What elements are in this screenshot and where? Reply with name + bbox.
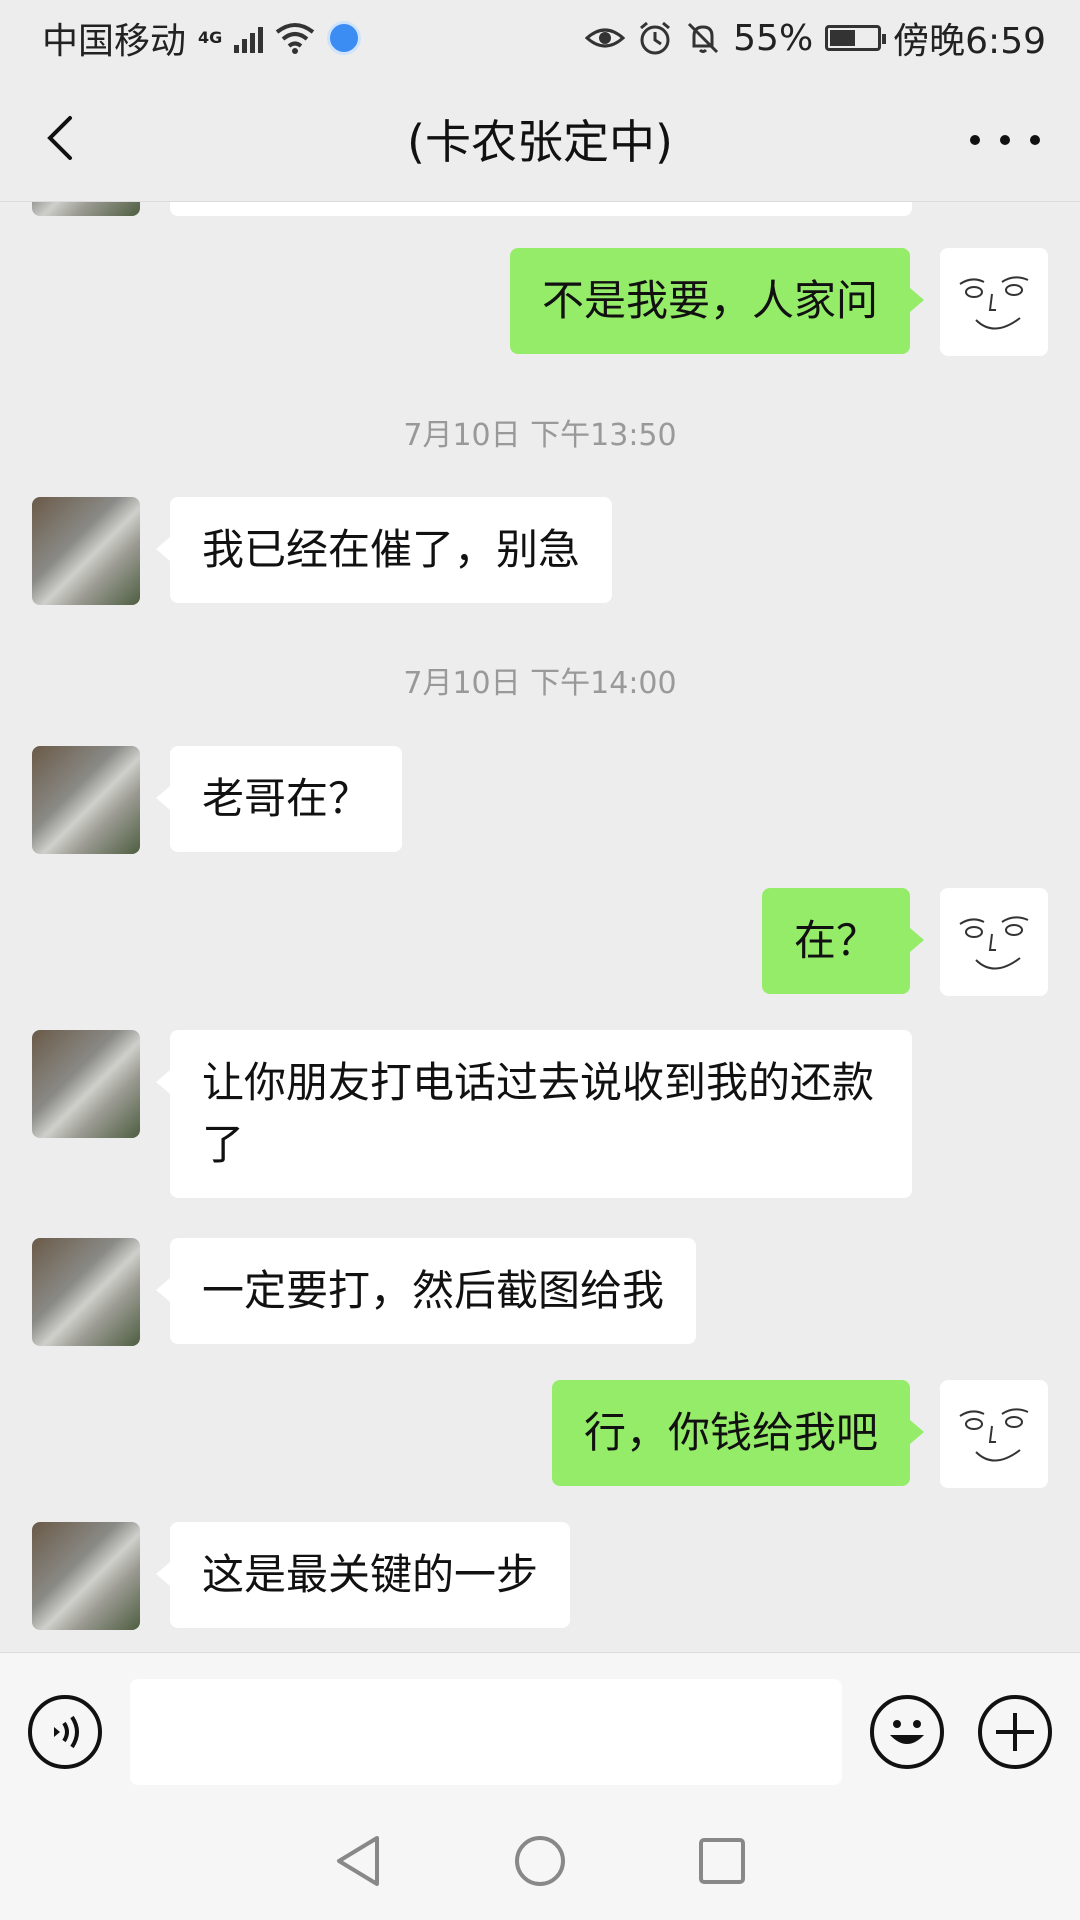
battery-icon [825,25,887,51]
message-bubble-partial [170,202,912,216]
signal-icon [234,23,264,53]
message-bubble-incoming[interactable]: 我已经在催了，别急 [155,497,613,603]
message-timestamp: 7月10日 下午13:50 [403,418,677,453]
sketch-face-icon [959,916,1029,970]
message-timestamp: 7月10日 下午14:00 [403,666,677,701]
plus-icon [996,1713,1034,1751]
message-input[interactable] [130,1679,842,1785]
message-bubble-outgoing[interactable]: 在？ [761,888,925,994]
more-options-icon[interactable] [970,112,1040,168]
status-bar: 中国移动 4G 55% 傍晚6:59 [0,0,1080,76]
browser-icon [327,21,362,55]
contact-avatar[interactable] [32,746,140,854]
chat-input-bar [0,1652,1080,1802]
contact-avatar[interactable] [32,1522,140,1630]
system-back-icon[interactable] [333,1834,383,1888]
more-actions-button[interactable] [978,1695,1052,1769]
clock: 傍晚6:59 [893,21,1046,62]
user-avatar[interactable] [940,1380,1048,1488]
smiley-icon [890,1720,924,1744]
system-recents-icon[interactable] [697,1836,747,1886]
contact-avatar[interactable] [32,1238,140,1346]
message-bubble-incoming[interactable]: 让你朋友打电话过去说收到我的还款了 [156,1030,912,1198]
emoji-button[interactable] [870,1695,944,1769]
sketch-face-icon [959,1408,1029,1462]
back-arrow-icon[interactable] [36,110,92,166]
eye-icon [585,28,626,48]
message-bubble-outgoing[interactable]: 不是我要，人家问 [509,248,925,354]
carrier-label: 中国移动 [42,21,187,62]
contact-avatar[interactable] [32,497,140,605]
user-avatar[interactable] [940,888,1048,996]
sketch-face-icon [959,276,1029,330]
voice-icon [54,1715,79,1749]
network-type-icon: 4G [198,28,223,47]
battery-fill [830,30,856,46]
contact-avatar[interactable] [32,202,140,216]
mute-icon [688,22,719,54]
system-nav-bar [0,1802,1080,1920]
chat-message-list[interactable]: 不是我要，人家问 7月10日 下午13:50 我已经在催了，别急 7月10日 下… [0,202,1080,1652]
message-bubble-outgoing[interactable]: 行，你钱给我吧 [551,1380,925,1486]
chat-header: (卡农张定中) [0,76,1080,202]
wifi-icon [276,23,315,54]
contact-avatar[interactable] [32,1030,140,1138]
voice-input-button[interactable] [28,1695,102,1769]
system-home-icon[interactable] [513,1834,567,1888]
message-bubble-incoming[interactable]: 一定要打，然后截图给我 [155,1238,697,1344]
message-bubble-incoming[interactable]: 这是最关键的一步 [155,1522,571,1628]
message-bubble-incoming[interactable]: 老哥在？ [155,746,403,852]
battery-percent: 55% [733,17,814,59]
status-left: 中国移动 4G [42,12,362,64]
chat-title: (卡农张定中) [407,114,673,169]
alarm-icon [640,21,671,55]
status-right: 55% 傍晚6:59 [585,12,1046,64]
user-avatar[interactable] [940,248,1048,356]
